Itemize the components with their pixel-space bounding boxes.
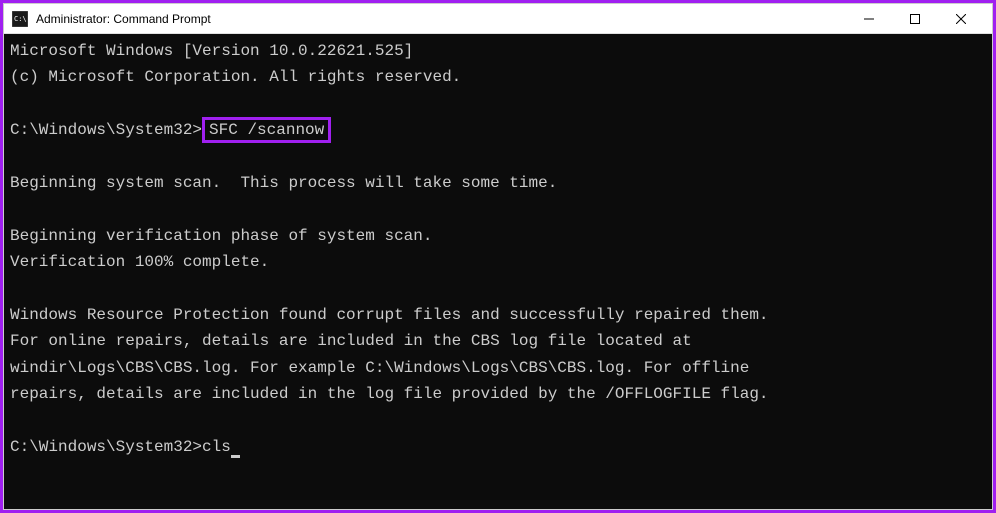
version-line: Microsoft Windows [Version 10.0.22621.52… <box>10 42 413 60</box>
scan-begin-line: Beginning system scan. This process will… <box>10 174 557 192</box>
minimize-button[interactable] <box>846 4 892 34</box>
svg-text:C:\: C:\ <box>14 15 27 23</box>
cmd-icon: C:\ <box>12 11 28 27</box>
result-line-3: windir\Logs\CBS\CBS.log. For example C:\… <box>10 359 749 377</box>
prompt-path-2: C:\Windows\System32> <box>10 438 202 456</box>
copyright-line: (c) Microsoft Corporation. All rights re… <box>10 68 461 86</box>
maximize-button[interactable] <box>892 4 938 34</box>
close-button[interactable] <box>938 4 984 34</box>
verify-begin-line: Beginning verification phase of system s… <box>10 227 432 245</box>
titlebar[interactable]: C:\ Administrator: Command Prompt <box>4 4 992 34</box>
terminal-output[interactable]: Microsoft Windows [Version 10.0.22621.52… <box>4 34 992 509</box>
current-command: cls <box>202 438 231 456</box>
verify-complete-line: Verification 100% complete. <box>10 253 269 271</box>
result-line-1: Windows Resource Protection found corrup… <box>10 306 769 324</box>
result-line-4: repairs, details are included in the log… <box>10 385 769 403</box>
highlighted-command: SFC /scannow <box>202 117 331 143</box>
window-controls <box>846 4 984 34</box>
window-title: Administrator: Command Prompt <box>36 12 846 26</box>
command-prompt-window: C:\ Administrator: Command Prompt <box>3 3 993 510</box>
text-cursor <box>231 455 240 458</box>
result-line-2: For online repairs, details are included… <box>10 332 692 350</box>
prompt-path: C:\Windows\System32> <box>10 121 202 139</box>
